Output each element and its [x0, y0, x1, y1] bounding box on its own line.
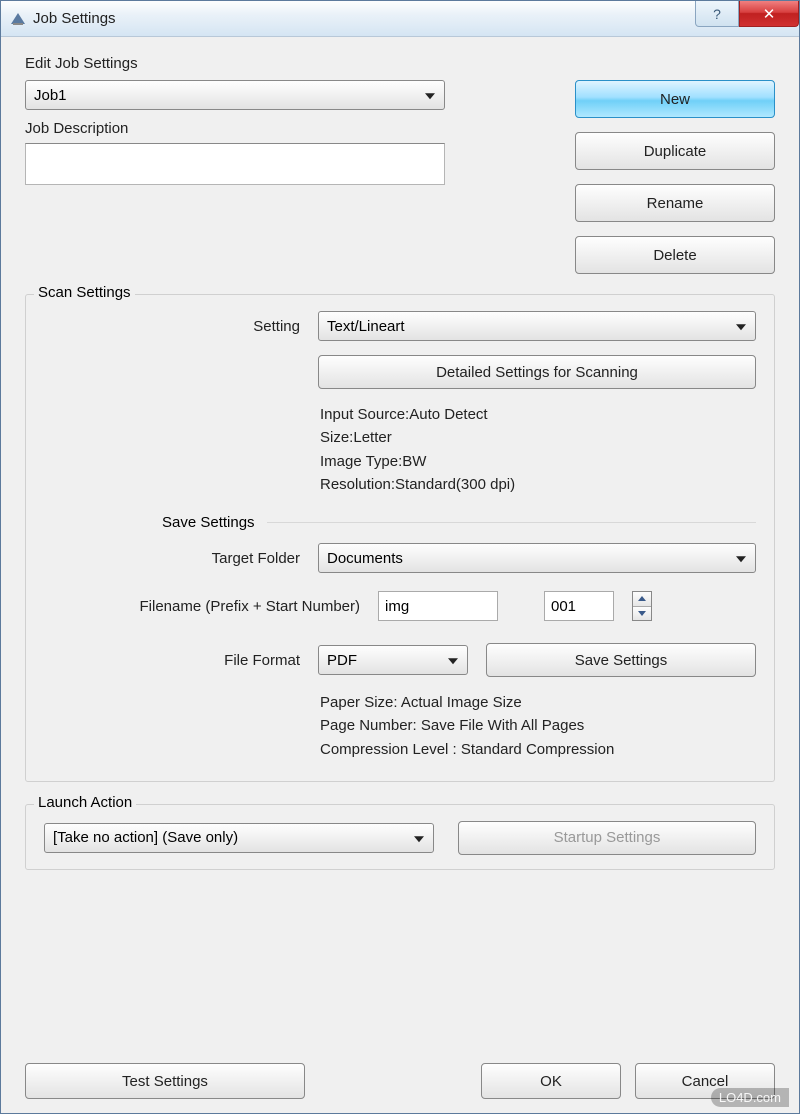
- detailed-settings-button[interactable]: Detailed Settings for Scanning: [318, 355, 756, 389]
- filename-prefix-value: img: [385, 598, 409, 615]
- startup-settings-button: Startup Settings: [458, 821, 756, 855]
- watermark: LO4D.com: [711, 1088, 789, 1107]
- launch-action-group: Launch Action [Take no action] (Save onl…: [25, 804, 775, 870]
- divider: [267, 522, 756, 523]
- filename-prefix-input[interactable]: img: [378, 591, 498, 621]
- titlebar: Job Settings ? ✕: [1, 1, 799, 37]
- filename-start-input[interactable]: 001: [544, 591, 614, 621]
- edit-heading: Edit Job Settings: [25, 55, 775, 72]
- spinner-up-icon[interactable]: [633, 592, 651, 607]
- setting-label: Setting: [44, 318, 300, 335]
- file-format-value: PDF: [327, 652, 357, 669]
- ok-button[interactable]: OK: [481, 1063, 621, 1099]
- delete-button[interactable]: Delete: [575, 236, 775, 274]
- save-settings-heading: Save Settings: [162, 514, 261, 531]
- help-button[interactable]: ?: [695, 1, 739, 27]
- scan-settings-group: Scan Settings Setting Text/Lineart Detai…: [25, 294, 775, 782]
- launch-action-select[interactable]: [Take no action] (Save only): [44, 823, 434, 853]
- save-info-compression: Compression Level : Standard Compression: [320, 738, 756, 761]
- test-settings-button[interactable]: Test Settings: [25, 1063, 305, 1099]
- new-button[interactable]: New: [575, 80, 775, 118]
- launch-action-value: [Take no action] (Save only): [53, 829, 238, 846]
- target-folder-select[interactable]: Documents: [318, 543, 756, 573]
- job-select[interactable]: Job1: [25, 80, 445, 110]
- save-info-pagenumber: Page Number: Save File With All Pages: [320, 714, 756, 737]
- save-settings-button[interactable]: Save Settings: [486, 643, 756, 677]
- job-description-label: Job Description: [25, 120, 515, 137]
- job-settings-window: Job Settings ? ✕ Edit Job Settings Job1 …: [0, 0, 800, 1114]
- target-folder-label: Target Folder: [44, 550, 300, 567]
- app-icon: [9, 10, 27, 28]
- setting-value: Text/Lineart: [327, 318, 405, 335]
- job-select-value: Job1: [34, 87, 67, 104]
- start-number-spinner[interactable]: [632, 591, 652, 621]
- launch-action-legend: Launch Action: [34, 794, 136, 811]
- filename-start-value: 001: [551, 598, 576, 615]
- save-info-papersize: Paper Size: Actual Image Size: [320, 691, 756, 714]
- close-button[interactable]: ✕: [739, 1, 799, 27]
- job-description-input[interactable]: [25, 143, 445, 185]
- setting-select[interactable]: Text/Lineart: [318, 311, 756, 341]
- rename-button[interactable]: Rename: [575, 184, 775, 222]
- scan-info-resolution: Resolution:Standard(300 dpi): [320, 473, 756, 496]
- duplicate-button[interactable]: Duplicate: [575, 132, 775, 170]
- scan-info-size: Size:Letter: [320, 426, 756, 449]
- target-folder-value: Documents: [327, 550, 403, 567]
- spinner-down-icon[interactable]: [633, 607, 651, 621]
- file-format-select[interactable]: PDF: [318, 645, 468, 675]
- window-title: Job Settings: [33, 10, 695, 27]
- scan-info-source: Input Source:Auto Detect: [320, 403, 756, 426]
- scan-settings-legend: Scan Settings: [34, 284, 135, 301]
- file-format-label: File Format: [44, 652, 300, 669]
- filename-label: Filename (Prefix + Start Number): [44, 598, 360, 615]
- scan-info-imagetype: Image Type:BW: [320, 450, 756, 473]
